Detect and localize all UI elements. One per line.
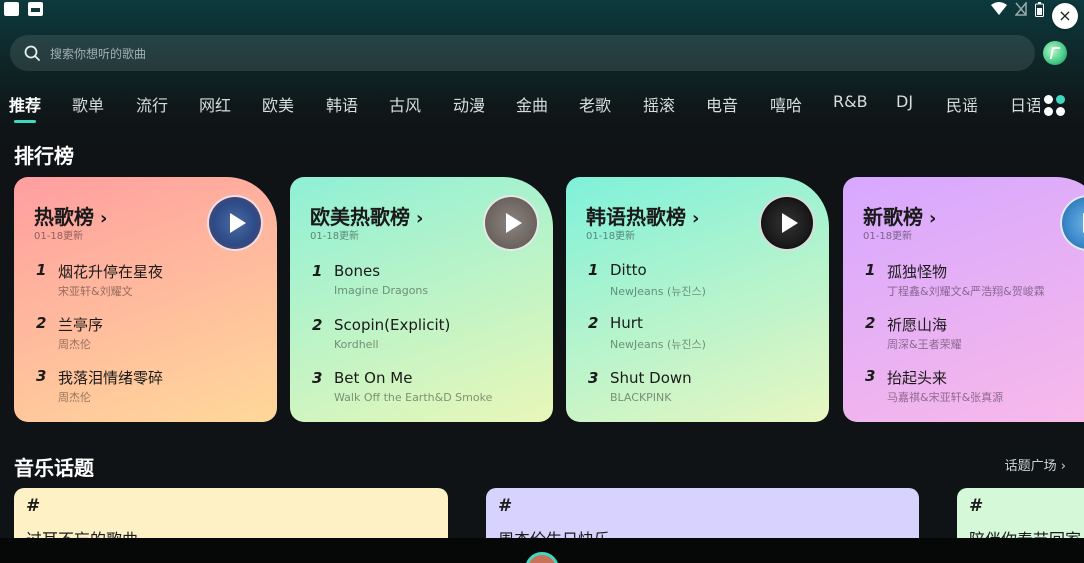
tab-internet[interactable]: 网红 <box>199 92 231 116</box>
tab-classics[interactable]: 金曲 <box>516 92 548 116</box>
tab-korean[interactable]: 韩语 <box>326 92 358 116</box>
active-tab-indicator <box>14 120 36 123</box>
search-placeholder: 搜索你想听的歌曲 <box>50 46 147 61</box>
charts-section-title: 排行榜 <box>14 144 74 168</box>
wifi-icon <box>991 2 1007 15</box>
hashtag-icon: # <box>26 496 41 516</box>
tab-recommend[interactable]: 推荐 <box>9 92 41 116</box>
tab-pop[interactable]: 流行 <box>136 92 168 116</box>
status-icons <box>991 0 1044 18</box>
chart-card-hot[interactable]: 热歌榜 › 01-18更新 1 烟花升停在星夜 宋亚轩&刘耀文 2 兰亭序 周杰伦… <box>14 177 277 422</box>
play-cover-button[interactable] <box>1060 195 1084 251</box>
floating-player-handle[interactable] <box>525 552 559 563</box>
tab-anime[interactable]: 动漫 <box>453 92 485 116</box>
chart-card-korean[interactable]: 韩语热歌榜 › 01-18更新 1 Ditto NewJeans (뉴진스) 2 … <box>566 177 829 422</box>
tab-rock[interactable]: 摇滚 <box>643 92 675 116</box>
tab-dj[interactable]: DJ <box>896 92 913 111</box>
tab-rnb[interactable]: R&B <box>833 92 868 111</box>
play-icon <box>229 213 246 233</box>
tab-electronic[interactable]: 电音 <box>706 92 738 116</box>
battery-icon <box>1035 1 1044 17</box>
play-icon <box>505 213 522 233</box>
play-icon <box>781 213 798 233</box>
tab-japanese[interactable]: 日语 <box>1010 92 1040 116</box>
chart-update-date: 01-18更新 <box>586 231 636 242</box>
play-cover-button[interactable] <box>207 195 263 251</box>
chart-update-date: 01-18更新 <box>310 231 360 242</box>
bottom-bar <box>0 538 1084 563</box>
close-overlay-button[interactable]: × <box>1052 3 1078 29</box>
chart-update-date: 01-18更新 <box>34 231 84 242</box>
music-app-icon[interactable] <box>1043 41 1067 65</box>
chart-title[interactable]: 热歌榜 › <box>34 201 107 230</box>
tab-hiphop[interactable]: 嘻哈 <box>770 92 802 116</box>
chart-title[interactable]: 韩语热歌榜 › <box>586 201 699 230</box>
hashtag-icon: # <box>498 496 513 516</box>
play-cover-button[interactable] <box>483 195 539 251</box>
search-icon <box>24 45 40 61</box>
chart-title[interactable]: 欧美热歌榜 › <box>310 201 423 230</box>
no-signal-icon <box>1015 2 1027 16</box>
chart-update-date: 01-18更新 <box>863 231 913 242</box>
topics-section-title: 音乐话题 <box>14 456 94 480</box>
hashtag-icon: # <box>969 496 984 516</box>
chart-card-western[interactable]: 欧美热歌榜 › 01-18更新 1 Bones Imagine Dragons 2… <box>290 177 553 422</box>
category-tabs: 推荐 歌单 流行 网红 欧美 韩语 古风 动漫 金曲 老歌 摇滚 电音 嘻哈 R… <box>0 92 1040 128</box>
tab-western[interactable]: 欧美 <box>262 92 294 116</box>
tab-playlist[interactable]: 歌单 <box>72 92 104 116</box>
tab-ancient[interactable]: 古风 <box>389 92 421 116</box>
image-icon <box>28 2 43 16</box>
tab-folk[interactable]: 民谣 <box>946 92 978 116</box>
status-bar <box>0 0 1084 20</box>
notification-icon <box>4 2 19 16</box>
search-bar[interactable]: 搜索你想听的歌曲 <box>10 35 1035 71</box>
tab-oldies[interactable]: 老歌 <box>579 92 611 116</box>
play-cover-button[interactable] <box>759 195 815 251</box>
topics-square-link[interactable]: 话题广场 › <box>1005 455 1066 474</box>
all-categories-icon[interactable] <box>1044 95 1066 117</box>
chart-title[interactable]: 新歌榜 › <box>863 201 936 230</box>
chart-card-new[interactable]: 新歌榜 › 01-18更新 1 孤独怪物 丁程鑫&刘耀文&严浩翔&贺峻霖 2 祈愿… <box>843 177 1084 422</box>
